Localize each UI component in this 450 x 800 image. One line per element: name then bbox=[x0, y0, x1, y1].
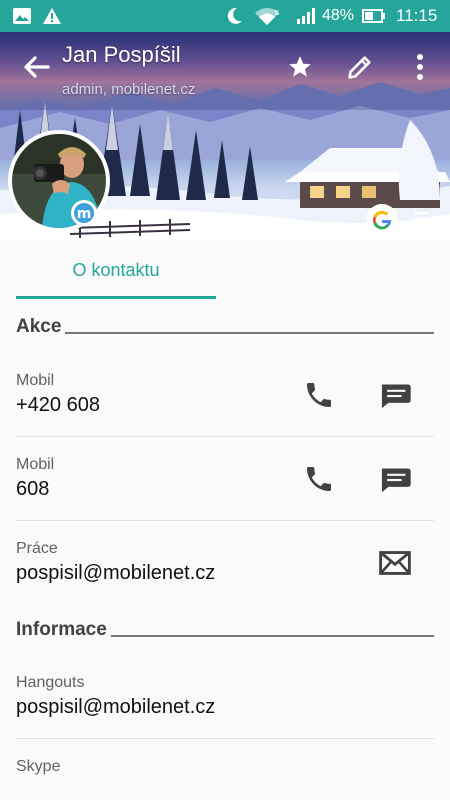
row-divider bbox=[16, 738, 434, 739]
row-divider bbox=[16, 520, 434, 521]
row-divider bbox=[16, 436, 434, 437]
warning-icon bbox=[42, 0, 62, 32]
message-icon bbox=[381, 384, 411, 409]
battery-icon bbox=[362, 0, 386, 32]
row-value: +420 608 bbox=[16, 394, 100, 416]
google-icon bbox=[366, 204, 398, 236]
section-actions-header: Akce bbox=[16, 314, 434, 340]
more-options-button[interactable] bbox=[400, 47, 440, 87]
wifi-icon: ⇅ bbox=[254, 0, 280, 32]
back-arrow-icon bbox=[24, 56, 50, 78]
email-icon bbox=[379, 551, 411, 575]
tab-bar: O kontaktu bbox=[0, 240, 450, 302]
moon-icon bbox=[224, 0, 244, 32]
contact-name: Jan Pospíšil bbox=[62, 42, 181, 67]
image-icon bbox=[12, 0, 32, 32]
section-divider bbox=[65, 332, 434, 334]
edit-icon bbox=[348, 56, 371, 79]
phone-icon bbox=[307, 467, 331, 491]
phone-icon bbox=[307, 383, 331, 407]
phone-row[interactable]: Mobil 608 bbox=[16, 454, 434, 514]
row-label: Hangouts bbox=[16, 674, 85, 691]
call-button[interactable] bbox=[296, 372, 342, 418]
linked-contacts-icon[interactable] bbox=[410, 206, 442, 234]
signal-icon bbox=[296, 0, 316, 32]
section-info-header: Informace bbox=[16, 617, 434, 643]
message-icon bbox=[381, 468, 411, 493]
section-divider bbox=[110, 635, 434, 637]
row-label: Skype bbox=[16, 758, 61, 775]
row-value: pospisil@mobilenet.cz bbox=[16, 562, 216, 584]
svg-text:m: m bbox=[77, 206, 92, 222]
clock: 11:15 bbox=[396, 6, 438, 25]
favorite-button[interactable] bbox=[280, 47, 320, 87]
account-badge-icon: m bbox=[71, 200, 97, 226]
phone-row[interactable]: Mobil +420 608 bbox=[16, 370, 434, 430]
call-button[interactable] bbox=[296, 456, 342, 502]
row-value: 608 bbox=[16, 478, 50, 500]
email-row[interactable]: Práce pospisil@mobilenet.cz bbox=[16, 538, 434, 598]
back-button[interactable] bbox=[16, 47, 56, 87]
status-bar: ⇅ 48% 11:15 bbox=[0, 0, 450, 32]
message-button[interactable] bbox=[372, 372, 418, 418]
battery-percent: 48% bbox=[322, 7, 355, 24]
edit-button[interactable] bbox=[340, 47, 380, 87]
section-actions-title: Akce bbox=[16, 316, 62, 337]
skype-row[interactable]: Skype bbox=[16, 756, 434, 796]
section-info-title: Informace bbox=[16, 619, 107, 640]
tab-indicator bbox=[16, 296, 216, 299]
contact-account: admin, mobilenet.cz bbox=[62, 81, 196, 98]
email-button[interactable] bbox=[372, 540, 418, 586]
row-label: Práce bbox=[16, 540, 58, 557]
tab-about-contact[interactable]: O kontaktu bbox=[16, 240, 216, 300]
message-button[interactable] bbox=[372, 456, 418, 502]
row-value: pospisil@mobilenet.cz bbox=[16, 696, 216, 718]
star-icon bbox=[289, 56, 311, 77]
hangouts-row[interactable]: Hangouts pospisil@mobilenet.cz bbox=[16, 672, 434, 732]
row-label: Mobil bbox=[16, 456, 55, 473]
more-vert-icon bbox=[417, 54, 423, 80]
row-label: Mobil bbox=[16, 372, 55, 389]
svg-text:⇅: ⇅ bbox=[274, 9, 280, 17]
